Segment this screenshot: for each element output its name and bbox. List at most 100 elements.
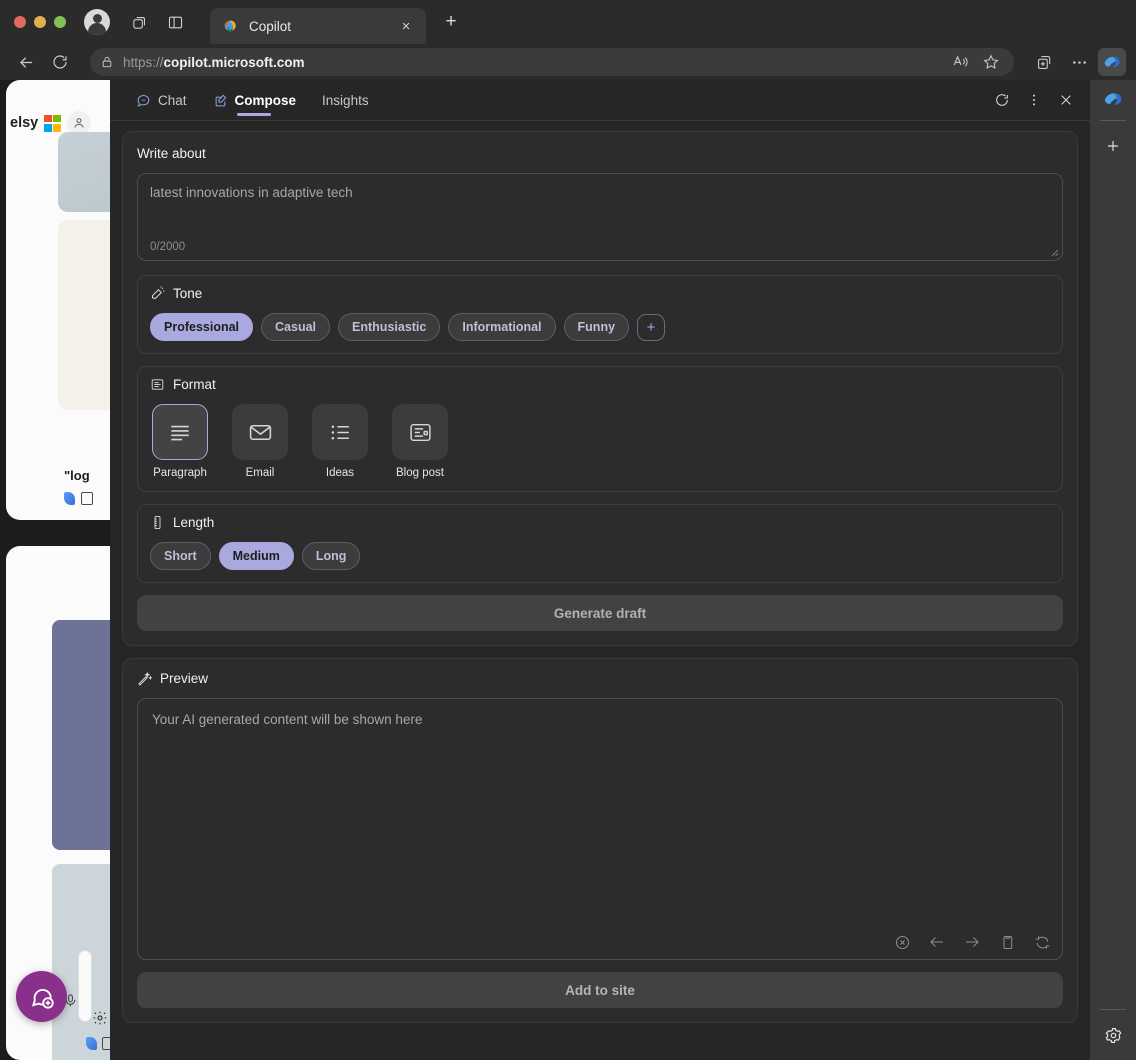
background-image-1 — [58, 132, 110, 212]
tone-chip-professional[interactable]: Professional — [150, 313, 254, 341]
maximize-window-button[interactable] — [54, 16, 66, 28]
length-chip-medium[interactable]: Medium — [218, 542, 294, 570]
split-screen-icon[interactable] — [160, 7, 190, 37]
envelope-icon — [232, 404, 288, 460]
window-controls[interactable] — [14, 16, 66, 28]
length-section: Length Short Medium Long — [137, 504, 1063, 583]
format-label-paragraph: Paragraph — [153, 467, 207, 479]
copilot-toolbar-icon[interactable] — [1098, 48, 1126, 76]
profile-avatar[interactable] — [84, 9, 110, 35]
settings-gear-icon[interactable] — [92, 1010, 108, 1026]
background-page: elsy "log — [0, 80, 110, 1060]
tone-chip-informational[interactable]: Informational — [448, 313, 556, 341]
tab-title: Copilot — [249, 18, 292, 34]
browser-tab[interactable]: Copilot × — [210, 8, 426, 44]
url-scheme: https:// — [123, 54, 164, 70]
tab-compose-label: Compose — [234, 93, 297, 108]
format-option-blog-post[interactable]: Blog post — [390, 404, 450, 479]
url-text: https://copilot.microsoft.com — [123, 55, 305, 70]
tone-chip-enthusiastic[interactable]: Enthusiastic — [338, 313, 441, 341]
tone-chip-casual[interactable]: Casual — [261, 313, 331, 341]
chat-bubble-icon — [136, 93, 151, 108]
background-quote-text: "log — [64, 468, 90, 483]
arrow-right-icon[interactable] — [963, 933, 981, 951]
resize-grip-icon[interactable] — [1049, 247, 1059, 257]
length-header: Length — [150, 515, 1050, 530]
browser-side-rail — [1090, 80, 1136, 1060]
reload-button[interactable] — [44, 48, 76, 76]
megaphone-icon — [150, 286, 165, 301]
tab-chat[interactable]: Chat — [126, 84, 197, 116]
microphone-icon[interactable] — [63, 993, 78, 1008]
close-window-button[interactable] — [14, 16, 26, 28]
background-chip-row — [64, 492, 93, 505]
add-tone-button[interactable]: + — [637, 313, 666, 341]
panel-header-actions — [988, 86, 1080, 114]
preview-title: Preview — [160, 671, 209, 686]
rail-bottom-divider — [1100, 1009, 1126, 1010]
length-chip-short[interactable]: Short — [150, 542, 211, 570]
regenerate-icon[interactable] — [1033, 933, 1051, 951]
arrow-left-icon[interactable] — [928, 933, 946, 951]
settings-more-icon[interactable] — [1063, 48, 1095, 76]
compose-body: Write about latest innovations in adapti… — [110, 121, 1090, 1060]
copilot-small-icon-2 — [86, 1037, 97, 1050]
preview-actions — [893, 933, 1051, 951]
format-options: Paragraph Email Ideas Blog post — [150, 404, 1050, 479]
length-title: Length — [173, 515, 215, 530]
placeholder-square-icon-2 — [102, 1037, 110, 1050]
blog-post-icon — [392, 404, 448, 460]
rail-add-button[interactable] — [1098, 131, 1128, 161]
omnibox-actions — [948, 49, 1004, 75]
tone-header: Tone — [150, 286, 1050, 301]
magic-wand-icon — [137, 671, 152, 686]
format-label-blog-post: Blog post — [396, 467, 444, 479]
circle-x-icon[interactable] — [893, 933, 911, 951]
paragraph-icon — [152, 404, 208, 460]
favorite-star-icon[interactable] — [978, 49, 1004, 75]
format-header: Format — [150, 377, 1050, 392]
rail-copilot-icon[interactable] — [1098, 84, 1128, 114]
new-chat-fab[interactable] — [16, 971, 67, 1022]
format-title: Format — [173, 377, 216, 392]
format-label-ideas: Ideas — [325, 467, 355, 479]
format-option-email[interactable]: Email — [230, 404, 290, 479]
tab-compose[interactable]: Compose — [203, 84, 307, 116]
collections-icon[interactable] — [1028, 48, 1060, 76]
preview-placeholder: Your AI generated content will be shown … — [152, 712, 423, 727]
rail-settings-gear-icon[interactable] — [1098, 1020, 1128, 1050]
close-icon[interactable] — [1052, 86, 1080, 114]
compose-card: Write about latest innovations in adapti… — [122, 131, 1078, 646]
generate-draft-button[interactable]: Generate draft — [137, 595, 1063, 631]
copilot-tabs: Chat Compose Insights — [126, 84, 379, 116]
copy-icon[interactable] — [998, 933, 1016, 951]
add-to-site-button[interactable]: Add to site — [137, 972, 1063, 1008]
address-bar[interactable]: https://copilot.microsoft.com — [90, 48, 1014, 76]
write-about-input[interactable]: latest innovations in adaptive tech 0/20… — [137, 173, 1063, 261]
preview-output-box[interactable]: Your AI generated content will be shown … — [137, 698, 1063, 960]
format-option-ideas[interactable]: Ideas — [310, 404, 370, 479]
preview-header: Preview — [137, 671, 1063, 686]
write-about-placeholder: latest innovations in adaptive tech — [150, 185, 353, 200]
close-icon[interactable]: × — [396, 16, 416, 36]
background-image-3 — [52, 620, 110, 850]
tab-insights[interactable]: Insights — [312, 84, 379, 116]
length-chip-long[interactable]: Long — [301, 542, 361, 570]
format-option-paragraph[interactable]: Paragraph — [150, 404, 210, 479]
new-tab-button[interactable]: + — [436, 7, 466, 37]
tab-strip: Copilot × + — [0, 0, 1136, 44]
rail-divider — [1100, 120, 1126, 121]
tone-options: Professional Casual Enthusiastic Informa… — [150, 313, 1050, 341]
read-aloud-icon[interactable] — [948, 49, 974, 75]
length-options: Short Medium Long — [150, 542, 1050, 570]
background-scrollbar[interactable] — [78, 950, 92, 1022]
microsoft-logo — [44, 114, 62, 132]
minimize-window-button[interactable] — [34, 16, 46, 28]
back-button[interactable] — [10, 48, 42, 76]
tab-actions-icon[interactable] — [124, 7, 154, 37]
copilot-panel: Chat Compose Insights Write about latest… — [110, 80, 1090, 1060]
more-vertical-icon[interactable] — [1020, 86, 1048, 114]
tone-chip-funny[interactable]: Funny — [563, 313, 630, 341]
background-image-2 — [58, 220, 110, 410]
refresh-icon[interactable] — [988, 86, 1016, 114]
